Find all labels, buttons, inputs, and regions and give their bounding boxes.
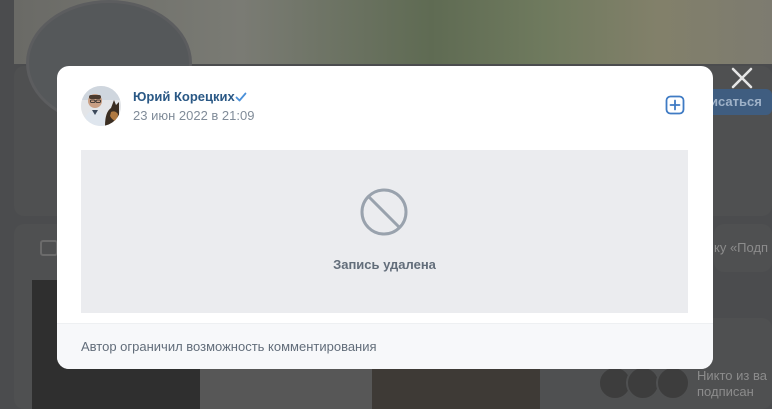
close-button[interactable]	[728, 64, 756, 92]
blocked-circle-icon	[360, 188, 408, 236]
photo-thumb[interactable]	[372, 368, 540, 409]
post-modal: Юрий Корецких 23 июн 2022 в 21:09 Запись…	[57, 66, 713, 369]
deleted-message: Запись удалена	[333, 257, 436, 272]
no-friends-line-1: Никто из ва	[697, 368, 767, 383]
comments-footer: Автор ограничил возможность комментирова…	[57, 323, 713, 369]
photo-thumb[interactable]	[200, 368, 372, 409]
comments-restricted-notice: Автор ограничил возможность комментирова…	[81, 339, 377, 354]
avatar-photo	[81, 86, 121, 126]
no-friends-text: Никто из ва подписан	[697, 368, 767, 400]
close-icon	[731, 67, 753, 89]
photo-icon	[40, 240, 58, 256]
add-square-icon	[665, 95, 685, 115]
friend-avatar[interactable]	[656, 366, 690, 400]
author-name[interactable]: Юрий Корецких	[133, 89, 235, 104]
deleted-post-placeholder: Запись удалена	[81, 150, 688, 313]
side-snippet: ку «Подп	[714, 240, 769, 255]
friend-avatar[interactable]	[626, 366, 660, 400]
add-button[interactable]	[665, 95, 685, 115]
verified-check-icon	[235, 92, 247, 102]
post-date[interactable]: 23 июн 2022 в 21:09	[133, 108, 254, 123]
no-friends-line-2: подписан	[697, 384, 754, 399]
author-avatar[interactable]	[81, 86, 121, 126]
